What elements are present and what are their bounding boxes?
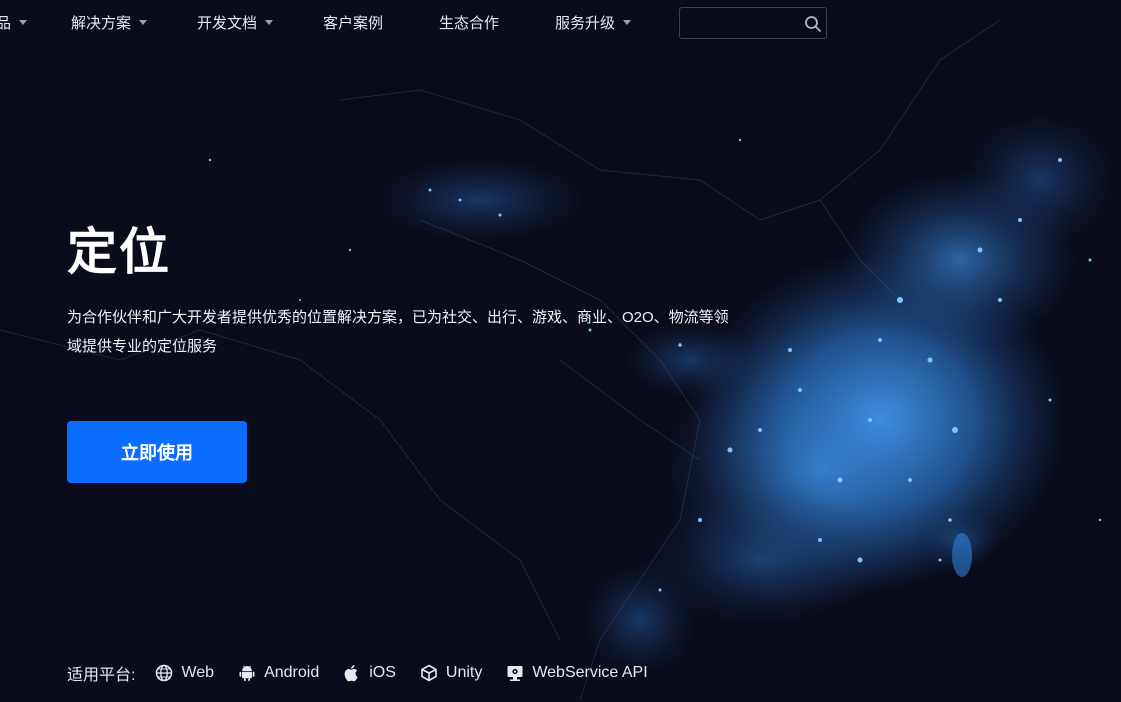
globe-icon — [156, 664, 173, 682]
platform-name: WebService API — [532, 664, 648, 681]
platform-android[interactable]: Android — [238, 664, 319, 682]
nav-item-docs[interactable]: 开发文档 — [197, 14, 274, 34]
nav-item-products[interactable]: 品 — [0, 14, 28, 34]
search-input[interactable] — [688, 13, 802, 35]
apple-icon — [344, 665, 358, 682]
page-title: 定位 — [67, 224, 171, 280]
nav-item-label: 解决方案 — [71, 15, 132, 32]
platform-ios[interactable]: iOS — [343, 664, 396, 682]
chevron-down-icon — [623, 19, 632, 25]
platform-name: Unity — [445, 664, 483, 681]
top-navigation: 品 解决方案 开发文档 客户案例 生态合作 服务升级 — [0, 0, 1121, 48]
supported-platforms: 适用平台: Web Android iOS Unity WebService A… — [67, 660, 672, 686]
unity-icon — [421, 664, 437, 682]
nav-item-label: 开发文档 — [197, 15, 258, 32]
nav-item-label: 客户案例 — [323, 15, 384, 32]
platform-name: Web — [181, 664, 215, 681]
webservice-icon — [507, 666, 523, 681]
nav-item-label: 服务升级 — [555, 15, 616, 32]
nav-item-label: 品 — [0, 15, 12, 32]
platform-unity[interactable]: Unity — [420, 664, 482, 682]
platform-web[interactable]: Web — [155, 664, 214, 682]
nav-item-upgrade[interactable]: 服务升级 — [555, 14, 632, 34]
platform-webservice-api[interactable]: WebService API — [506, 664, 648, 682]
use-now-button[interactable]: 立即使用 — [67, 421, 247, 483]
chevron-down-icon — [139, 19, 148, 25]
nav-item-ecosystem[interactable]: 生态合作 — [439, 14, 499, 34]
nav-item-label: 生态合作 — [439, 15, 500, 32]
platforms-label: 适用平台: — [67, 667, 136, 684]
nav-item-solutions[interactable]: 解决方案 — [71, 14, 148, 34]
hero-description: 为合作伙伴和广大开发者提供优秀的位置解决方案，已为社交、出行、游戏、商业、O2O… — [67, 309, 729, 355]
chevron-down-icon — [19, 19, 28, 25]
android-icon — [239, 665, 255, 681]
platform-name: iOS — [369, 664, 396, 681]
platform-name: Android — [264, 664, 320, 681]
search-icon[interactable] — [804, 15, 822, 33]
nav-item-cases[interactable]: 客户案例 — [323, 14, 383, 34]
chevron-down-icon — [265, 19, 274, 25]
search-box — [679, 7, 827, 39]
